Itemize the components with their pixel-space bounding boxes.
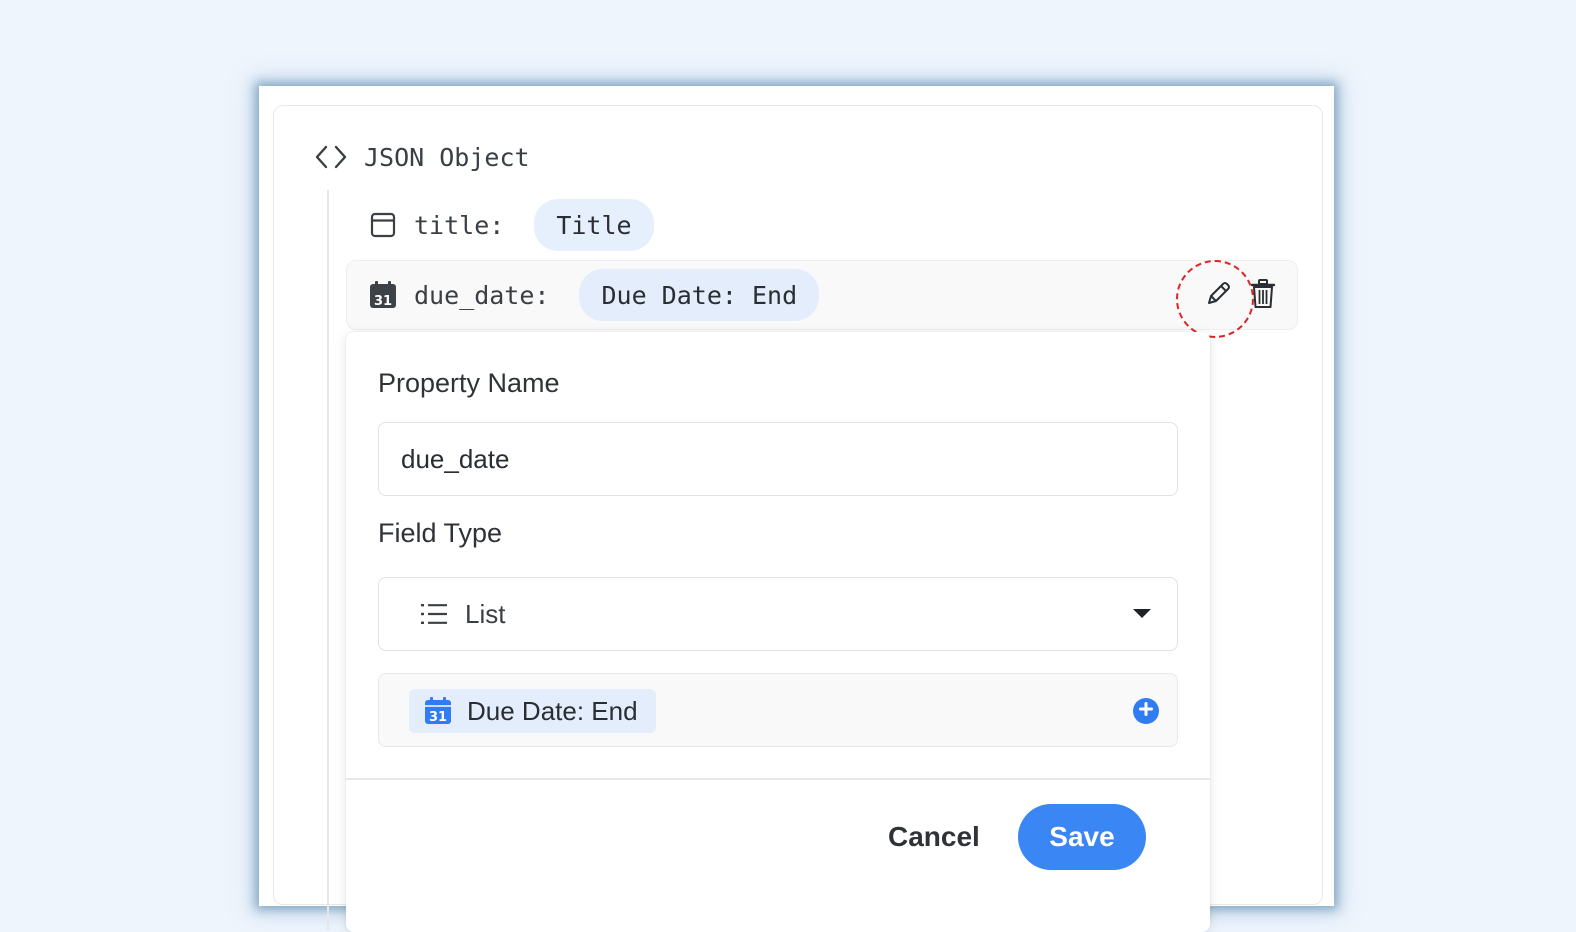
- list-items-box: 31 Due Date: End: [378, 673, 1178, 747]
- popover-footer-divider: [346, 778, 1210, 780]
- field-type-select[interactable]: List: [378, 577, 1178, 651]
- property-value-chip[interactable]: Title: [534, 199, 654, 251]
- svg-text:31: 31: [374, 294, 392, 309]
- property-row-title[interactable]: title: Title: [368, 199, 654, 251]
- edit-property-popover: Property Name due_date Field Type List 3…: [346, 332, 1210, 932]
- add-item-button[interactable]: [1133, 698, 1159, 724]
- tree-connector-line: [327, 190, 329, 930]
- calendar-icon: 31: [368, 280, 398, 310]
- property-key: title:: [414, 210, 505, 240]
- svg-text:31: 31: [429, 710, 447, 725]
- trash-icon: [1250, 278, 1276, 314]
- json-object-header: JSON Object: [314, 140, 530, 174]
- pencil-icon: [1203, 279, 1233, 314]
- list-icon: [419, 599, 449, 629]
- property-key: due_date:: [414, 280, 550, 310]
- edit-property-button[interactable]: [1202, 280, 1234, 312]
- delete-property-button[interactable]: [1248, 278, 1278, 314]
- calendar-icon: 31: [423, 696, 453, 726]
- list-item-label: Due Date: End: [467, 695, 638, 726]
- json-object-title: JSON Object: [364, 142, 530, 172]
- chevron-down-icon[interactable]: [1133, 609, 1151, 618]
- property-name-input[interactable]: due_date: [378, 422, 1178, 496]
- json-object-card: JSON Object title: Title 31 due_date: Du…: [273, 105, 1323, 932]
- app-window: JSON Object title: Title 31 due_date: Du…: [259, 86, 1334, 932]
- window-icon: [368, 210, 398, 240]
- field-type-label: Field Type: [378, 518, 503, 548]
- field-type-value: List: [465, 598, 506, 629]
- plus-circle-icon: [1139, 701, 1153, 721]
- property-row-due-date[interactable]: 31 due_date: Due Date: End: [368, 269, 820, 321]
- list-item-chip[interactable]: 31 Due Date: End: [409, 689, 656, 733]
- property-name-label: Property Name: [378, 368, 560, 398]
- code-brackets-icon: [314, 140, 348, 174]
- save-button[interactable]: Save: [1018, 804, 1146, 870]
- cancel-button[interactable]: Cancel: [866, 804, 1002, 870]
- property-value-chip[interactable]: Due Date: End: [579, 269, 820, 321]
